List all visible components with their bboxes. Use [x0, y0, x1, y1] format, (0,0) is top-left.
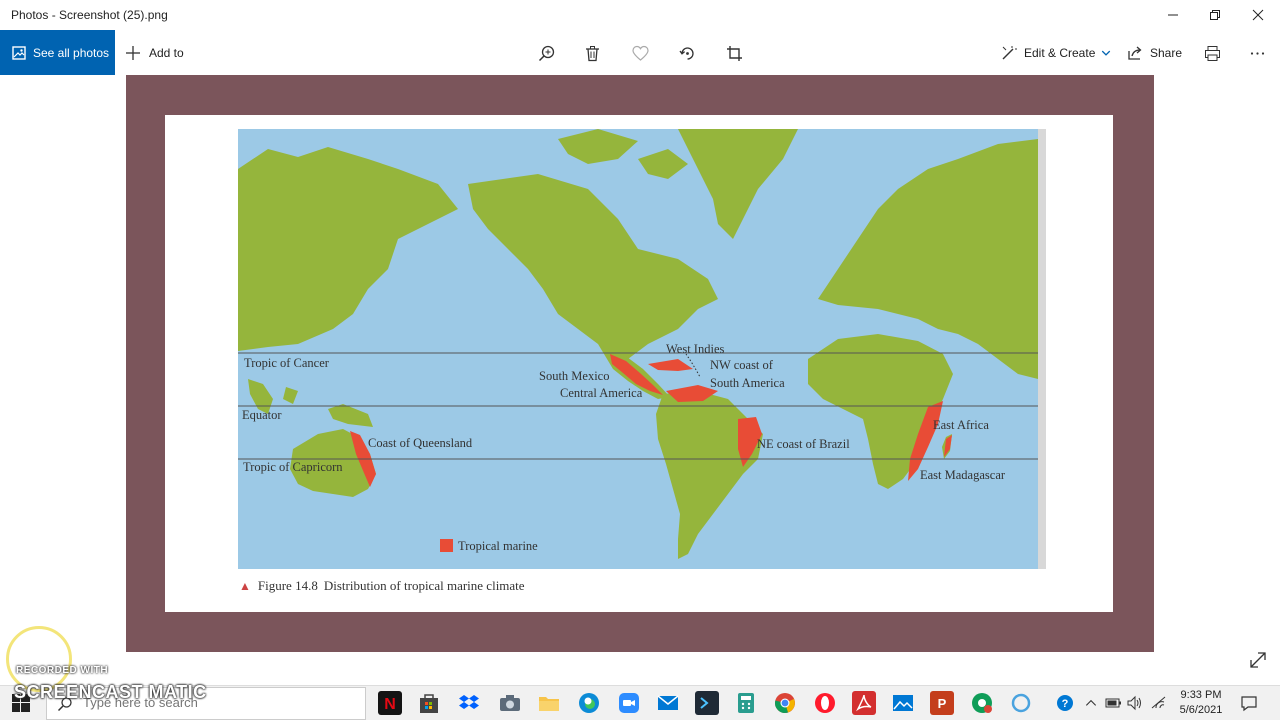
label-tropic-of-cancer: Tropic of Cancer [244, 356, 330, 370]
minimize-button[interactable] [1150, 0, 1196, 30]
wifi-icon[interactable] [1150, 694, 1168, 712]
netflix-app-icon[interactable]: N [378, 691, 402, 715]
page-shadow [1038, 129, 1046, 569]
heart-icon [631, 45, 649, 61]
legend-label-tropical-marine: Tropical marine [458, 539, 538, 553]
photos-app-icon[interactable] [891, 691, 915, 715]
watermark-brand: SCREENCAST MATIC [14, 682, 207, 702]
see-all-photos-button[interactable]: See all photos [0, 30, 115, 75]
more-options-button[interactable] [1245, 41, 1269, 65]
zoom-in-icon [538, 45, 554, 61]
label-ne-brazil: NE coast of Brazil [757, 437, 850, 451]
photo-viewer: Tropic of Cancer Equator Tropic of Capri… [0, 75, 1280, 685]
restore-button[interactable] [1192, 0, 1238, 30]
cortana-app-icon[interactable] [1009, 691, 1033, 715]
close-button[interactable] [1235, 0, 1280, 30]
delete-button[interactable] [580, 41, 604, 65]
svg-text:P: P [938, 696, 947, 711]
rotate-button[interactable] [675, 41, 699, 65]
calculator-app-icon[interactable] [734, 691, 758, 715]
clock-time: 9:33 PM [1180, 689, 1222, 701]
edit-create-label: Edit & Create [1024, 45, 1096, 60]
crop-icon [726, 45, 742, 61]
add-to-button[interactable]: Add to [125, 30, 184, 75]
label-east-madagascar: East Madagascar [920, 468, 1006, 482]
restore-icon [1210, 10, 1220, 20]
legend-swatch-tropical-marine [440, 539, 453, 552]
acrobat-app-icon[interactable] [852, 691, 876, 715]
svg-text:?: ? [1062, 698, 1069, 710]
print-button[interactable] [1200, 41, 1224, 65]
see-all-photos-label: See all photos [33, 45, 110, 60]
label-tropic-of-capricorn: Tropic of Capricorn [243, 460, 343, 474]
photo-frame: Tropic of Cancer Equator Tropic of Capri… [126, 75, 1154, 652]
zoom-button[interactable] [534, 41, 558, 65]
edit-wand-icon [1002, 45, 1017, 59]
crop-button[interactable] [722, 41, 746, 65]
printer-icon [1204, 45, 1220, 61]
favorite-button[interactable] [628, 41, 652, 65]
opera-browser-icon[interactable] [813, 691, 837, 715]
volume-icon[interactable] [1126, 694, 1144, 712]
camera-app-icon[interactable] [498, 691, 522, 715]
label-east-africa: East Africa [933, 418, 989, 432]
store-app-icon[interactable] [417, 691, 441, 715]
battery-icon[interactable] [1104, 694, 1122, 712]
textbook-page: Tropic of Cancer Equator Tropic of Capri… [165, 115, 1113, 612]
label-equator: Equator [242, 408, 282, 422]
chevron-down-icon [1102, 50, 1111, 56]
label-south-mexico: South Mexico [539, 369, 609, 383]
label-coast-of-queensland: Coast of Queensland [368, 436, 473, 450]
share-label: Share [1150, 45, 1183, 60]
system-clock[interactable]: 9:33 PM 5/6/2021 [1170, 688, 1232, 718]
label-west-indies: West Indies [666, 342, 724, 356]
close-icon [1252, 9, 1264, 21]
file-explorer-icon[interactable] [537, 691, 561, 715]
label-central-america: Central America [560, 386, 643, 400]
title-bar: Photos - Screenshot (25).png [0, 0, 1280, 30]
plus-icon [126, 45, 140, 60]
dropbox-app-icon[interactable] [457, 691, 481, 715]
edit-create-button[interactable]: Edit & Create [1001, 30, 1111, 75]
fullscreen-icon[interactable] [1248, 650, 1268, 670]
chrome-profile-icon[interactable] [970, 691, 994, 715]
figure-caption-text: Distribution of tropical marine climate [323, 578, 525, 593]
trash-icon [585, 45, 599, 61]
clock-date: 5/6/2021 [1179, 704, 1223, 716]
share-button[interactable]: Share [1127, 30, 1182, 75]
figure-number: Figure 14.8 [257, 578, 318, 593]
help-tray-icon[interactable]: ? [1056, 694, 1074, 712]
add-to-label: Add to [149, 45, 184, 60]
app-toolbar: See all photos Add to Edit & Create Shar… [0, 30, 1280, 75]
figure-caption: ▲ Figure 14.8 Distribution of tropical m… [239, 578, 525, 594]
powerpoint-app-icon[interactable]: P [930, 691, 954, 715]
caption-arrow-icon: ▲ [239, 578, 251, 593]
terminal-app-icon[interactable] [695, 691, 719, 715]
label-nw-coast-2: South America [710, 376, 785, 390]
chrome-browser-icon[interactable] [773, 691, 797, 715]
notifications-icon[interactable] [1240, 694, 1258, 712]
watermark-recorded: RECORDED WITH [16, 665, 109, 676]
share-icon [1128, 46, 1142, 60]
world-map: Tropic of Cancer Equator Tropic of Capri… [238, 129, 1046, 569]
svg-text:N: N [384, 696, 396, 713]
zoom-app-icon[interactable] [617, 691, 641, 715]
chevron-up-icon[interactable] [1082, 694, 1100, 712]
mail-app-icon[interactable] [656, 691, 680, 715]
more-icon [1250, 51, 1264, 55]
minimize-icon [1168, 14, 1178, 16]
photos-icon [12, 45, 26, 60]
window-title: Photos - Screenshot (25).png [11, 8, 168, 22]
edge-browser-icon[interactable] [577, 691, 601, 715]
label-nw-coast-1: NW coast of [710, 358, 774, 372]
rotate-icon [678, 46, 694, 60]
